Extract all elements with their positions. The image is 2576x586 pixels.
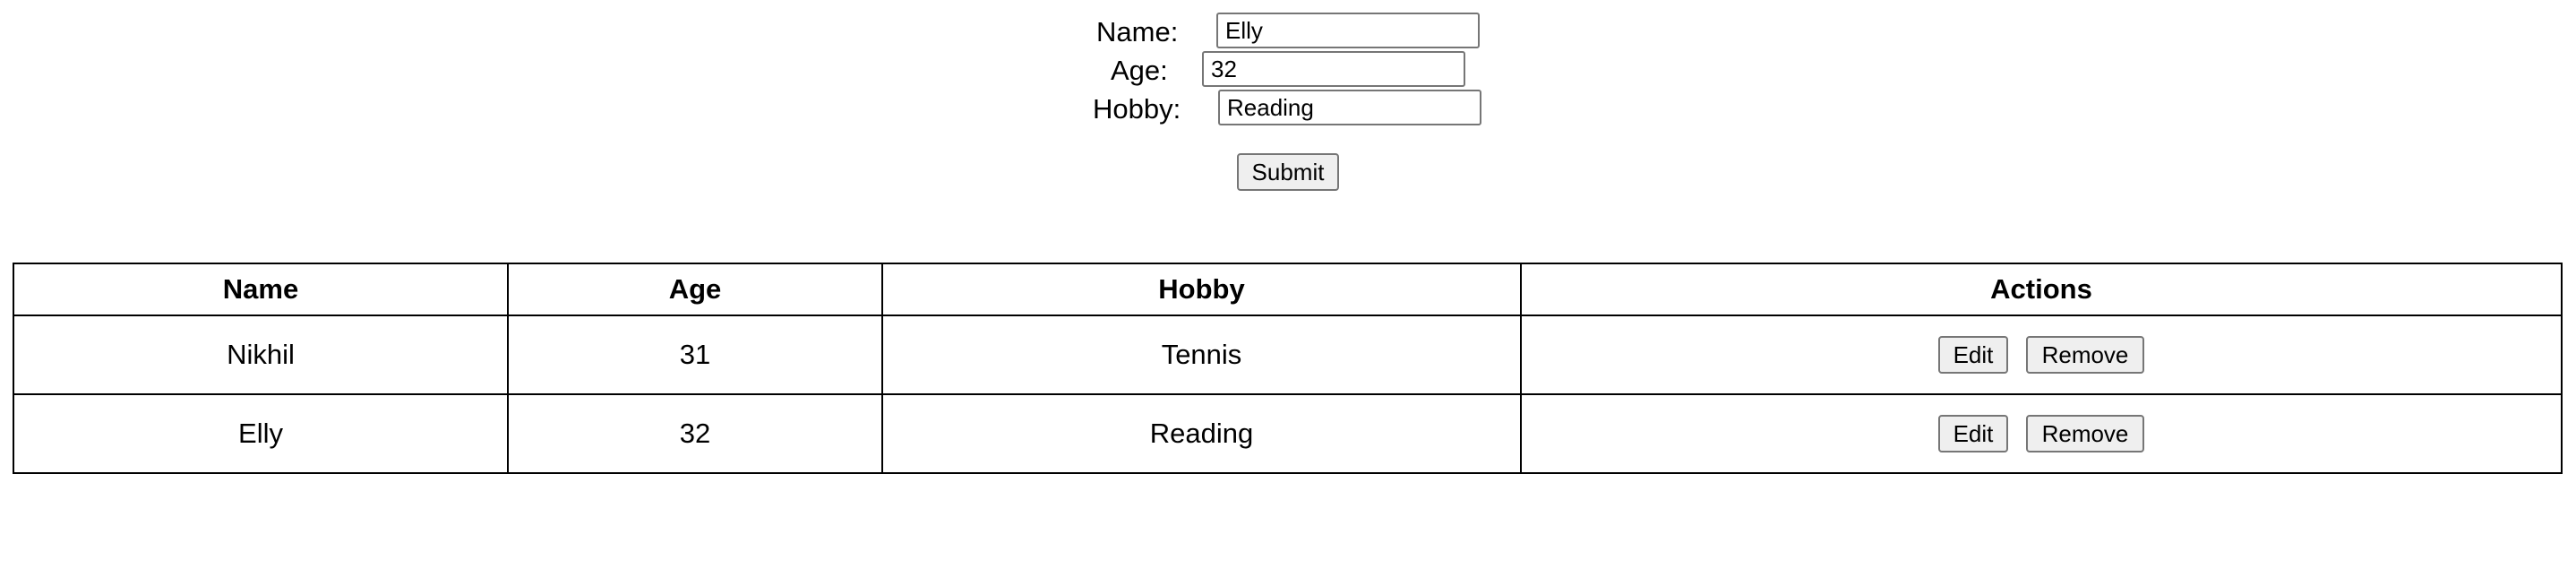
edit-button[interactable]: Edit — [1938, 336, 2008, 374]
cell-hobby: Reading — [881, 393, 1522, 474]
cell-age: 31 — [507, 315, 883, 395]
cell-actions: Edit Remove — [1520, 393, 2563, 474]
header-actions: Actions — [1520, 263, 2563, 316]
edit-button[interactable]: Edit — [1938, 415, 2008, 452]
header-name: Name — [13, 263, 509, 316]
remove-button[interactable]: Remove — [2026, 415, 2144, 452]
people-table: Name Age Hobby Actions Nikhil 31 Tennis … — [13, 263, 2563, 474]
table-row: Elly 32 Reading Edit Remove — [13, 393, 2563, 474]
table-header-row: Name Age Hobby Actions — [13, 263, 2563, 316]
person-form: Name: Age: Hobby: Submit — [0, 0, 2576, 197]
cell-hobby: Tennis — [881, 315, 1522, 395]
table-row: Nikhil 31 Tennis Edit Remove — [13, 315, 2563, 395]
name-label: Name: — [1096, 16, 1179, 47]
age-input[interactable] — [1202, 51, 1465, 87]
hobby-input[interactable] — [1218, 90, 1481, 125]
header-hobby: Hobby — [881, 263, 1522, 316]
age-row: Age: — [1111, 51, 1465, 90]
cell-name: Elly — [13, 393, 509, 474]
age-label: Age: — [1111, 55, 1168, 86]
cell-actions: Edit Remove — [1520, 315, 2563, 395]
submit-button[interactable]: Submit — [1237, 153, 1339, 191]
cell-name: Nikhil — [13, 315, 509, 395]
cell-age: 32 — [507, 393, 883, 474]
header-age: Age — [507, 263, 883, 316]
hobby-label: Hobby: — [1093, 93, 1181, 125]
hobby-row: Hobby: — [1093, 90, 1481, 129]
remove-button[interactable]: Remove — [2026, 336, 2144, 374]
name-input[interactable] — [1216, 13, 1480, 48]
name-row: Name: — [1096, 13, 1480, 52]
